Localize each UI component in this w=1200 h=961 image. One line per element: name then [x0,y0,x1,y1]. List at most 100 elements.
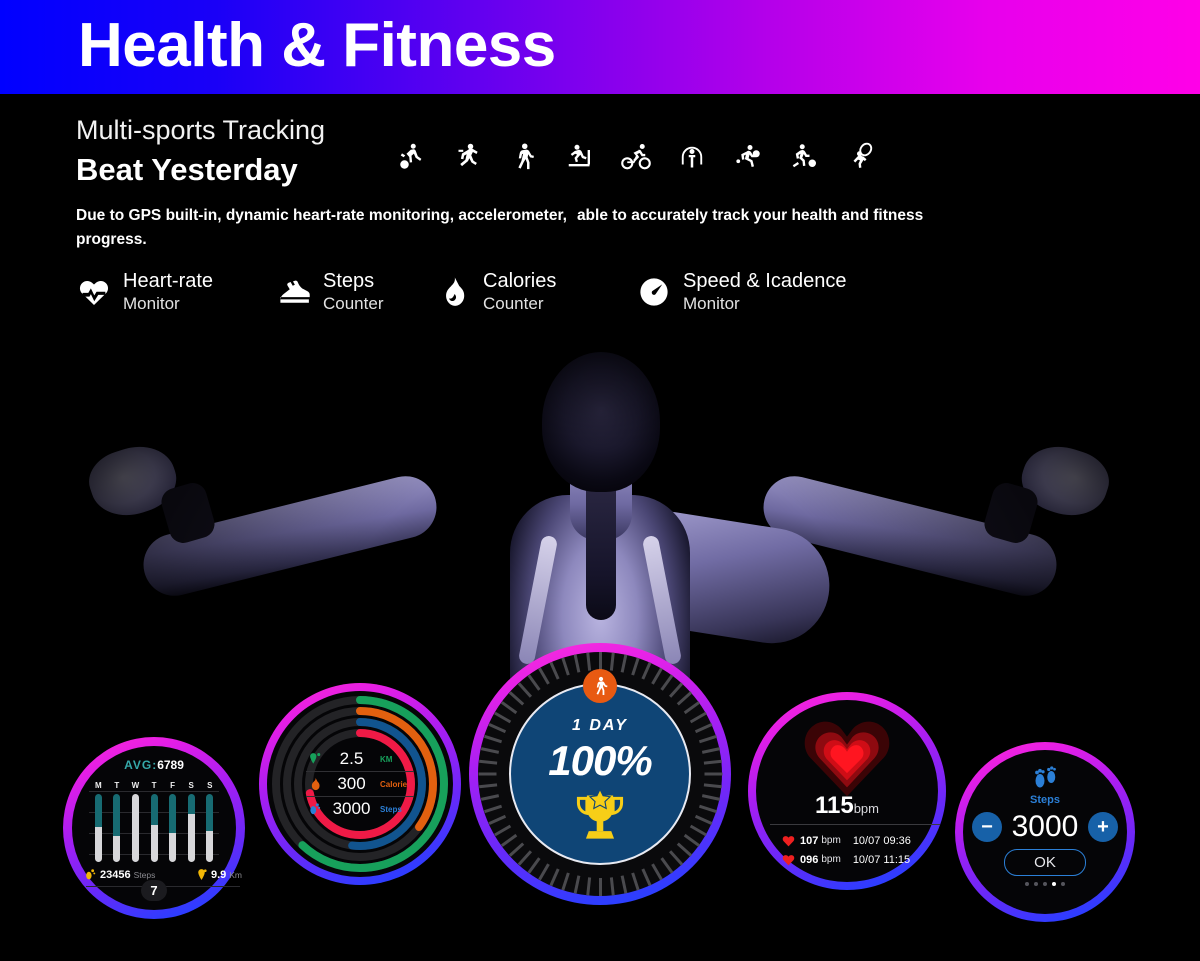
avg-label: AVG: [124,758,158,772]
headline-text: Beat Yesterday [76,152,298,187]
watch-steps-goal[interactable]: Steps − 3000 + OK [955,742,1135,922]
heart-icon [802,718,892,798]
tick [694,723,713,734]
history-time: 10/07 11:15 [852,853,911,866]
metric-unit: Steps [380,804,402,814]
steps-value: 23456 [100,868,131,881]
increase-button[interactable]: + [1088,812,1118,842]
tick [620,654,627,673]
history-value: 107 [800,834,819,847]
bpm-unit: bpm [853,801,879,816]
sport-icon-basketball[interactable] [389,134,435,180]
sport-icon-table-tennis[interactable] [725,134,771,180]
tick [487,723,506,734]
tick [630,872,640,891]
sport-icon-running[interactable] [445,134,491,180]
bpm-history-list: 107 bpm 10/07 09:36 096 bpm 10/07 11:15 [782,831,942,869]
history-time: 10/07 09:36 [852,834,911,847]
steps-bar [94,794,102,862]
goal-label: Steps [1030,794,1060,806]
watch-goal-achievement[interactable]: 1 DAY 100% [469,643,731,905]
tick [640,661,651,680]
watch-heart-rate[interactable]: 115bpm 107 bpm 10/07 09:36 096 bpm 10/07… [748,692,946,890]
watch-weekly-steps[interactable]: AVG:6789 M T W T F S S 23456 Steps 9.9 K… [63,737,245,919]
tick [500,701,517,715]
page-dot[interactable] [1061,882,1065,886]
tick [517,682,532,698]
tick [573,654,580,673]
goal-percent: 100% [548,737,652,784]
goal-value[interactable]: 3000 [1008,810,1082,844]
tick [689,824,707,837]
page-dot[interactable] [1052,882,1056,886]
tick [620,875,627,894]
feature-calories: Calories Counter [434,270,634,315]
history-unit: bpm [821,835,841,846]
bar-cell [163,794,182,862]
tick [483,804,502,814]
tick [609,877,615,896]
page-dot[interactable] [1025,882,1029,886]
goal-period: 1 DAY [572,717,628,734]
steps-bar [206,794,214,862]
feature-heart-rate: Heart-rate Monitor [74,270,274,315]
tick [698,804,717,814]
steps-bar [187,794,195,862]
feature-subtitle: Monitor [683,294,740,313]
tick [560,872,570,891]
page-header: Health & Fitness [0,0,1200,94]
sport-icon-badminton[interactable] [837,134,883,180]
tick [659,857,673,874]
weekday-label: T [151,781,157,790]
history-value: 096 [800,853,819,866]
tick [478,783,497,789]
bar-cell [145,794,164,862]
tick [585,877,591,896]
watch-face: 115bpm 107 bpm 10/07 09:36 096 bpm 10/07… [756,700,940,882]
tick [659,674,673,691]
tick [683,833,700,847]
flame-icon [434,272,474,312]
metric-unit: Calorie [380,779,408,789]
feature-row: Heart-rate Monitor Steps Counter Calorie… [74,270,884,315]
decrease-button[interactable]: − [972,812,1002,842]
flame-icon [306,777,323,791]
tick [668,850,683,866]
tick [478,759,497,765]
tick [598,878,602,896]
bpm-value: 115 [814,792,854,819]
watch-stats: 23456 Steps 9.9 Km [84,868,242,881]
heart-pulse-icon [74,272,114,312]
tick [698,734,717,744]
tick [483,734,502,744]
tick [609,652,615,671]
ok-button[interactable]: OK [1004,849,1086,876]
tick [493,711,511,724]
sport-icon-walking[interactable] [501,134,547,180]
metric-unit: KM [380,754,393,764]
distance-value: 9.9 [210,868,227,881]
feature-speed-cadence: Speed & Icadence Monitor [634,270,884,315]
page-dot[interactable] [1034,882,1038,886]
steps-stat: 23456 Steps [84,868,155,881]
bar-cell [182,794,201,862]
tick [598,652,602,670]
distance-unit: Km [229,869,242,880]
sport-icon-cycling[interactable] [613,134,659,180]
metric-steps: 3000 Steps [306,797,414,821]
page-dot[interactable] [1043,882,1047,886]
page-dots[interactable] [963,882,1127,886]
watch-activity-rings[interactable]: 2.5 KM 300 Calorie 3000 Steps [259,683,461,885]
sport-icon-football[interactable] [781,134,827,180]
steps-bar [169,794,177,862]
tick [704,772,722,776]
weekday-label: T [114,781,120,790]
steps-unit: Steps [133,869,156,880]
metric-value: 2.5 [339,749,364,768]
sport-icon-treadmill[interactable] [557,134,603,180]
feature-steps: Steps Counter [274,270,434,315]
current-bpm: 115bpm [756,792,938,820]
watch-face: Steps − 3000 + OK [963,750,1127,914]
weekday-label: M [94,781,102,790]
sport-icon-jump-rope[interactable] [669,134,715,180]
